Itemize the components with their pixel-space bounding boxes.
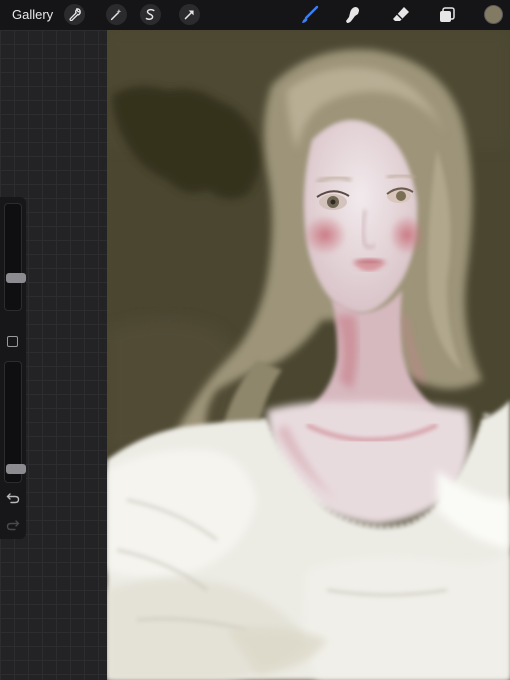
painting-artwork — [107, 30, 510, 680]
brush-tool[interactable] — [298, 3, 322, 27]
color-picker-swatch[interactable] — [484, 5, 503, 24]
smudge-tool[interactable] — [341, 3, 365, 27]
smudge-finger-icon — [346, 7, 359, 23]
magic-wand-icon — [110, 8, 122, 21]
gallery-button[interactable]: Gallery — [12, 7, 53, 22]
brush-size-slider-thumb[interactable] — [6, 273, 26, 284]
transform-button[interactable] — [179, 4, 200, 25]
redo-icon[interactable] — [6, 518, 20, 532]
opacity-slider[interactable] — [4, 361, 26, 483]
layers-icon — [440, 7, 455, 22]
eraser-tool[interactable] — [389, 3, 413, 27]
brush-icon — [302, 5, 319, 23]
adjustments-button[interactable] — [106, 4, 127, 25]
arrow-cursor-icon — [184, 10, 194, 20]
wrench-icon — [69, 8, 81, 21]
undo-icon[interactable] — [6, 491, 20, 505]
top-toolbar: Gallery — [0, 0, 510, 30]
selection-button[interactable] — [140, 4, 161, 25]
brush-size-slider[interactable] — [4, 203, 26, 311]
modify-square-button[interactable] — [7, 336, 18, 347]
selection-s-icon — [145, 8, 155, 21]
actions-button[interactable] — [64, 4, 85, 25]
layers-button[interactable] — [435, 3, 459, 27]
left-sidebar — [0, 197, 26, 539]
eraser-icon — [393, 7, 409, 21]
drawing-canvas[interactable] — [107, 30, 510, 680]
opacity-slider-thumb[interactable] — [6, 464, 26, 475]
